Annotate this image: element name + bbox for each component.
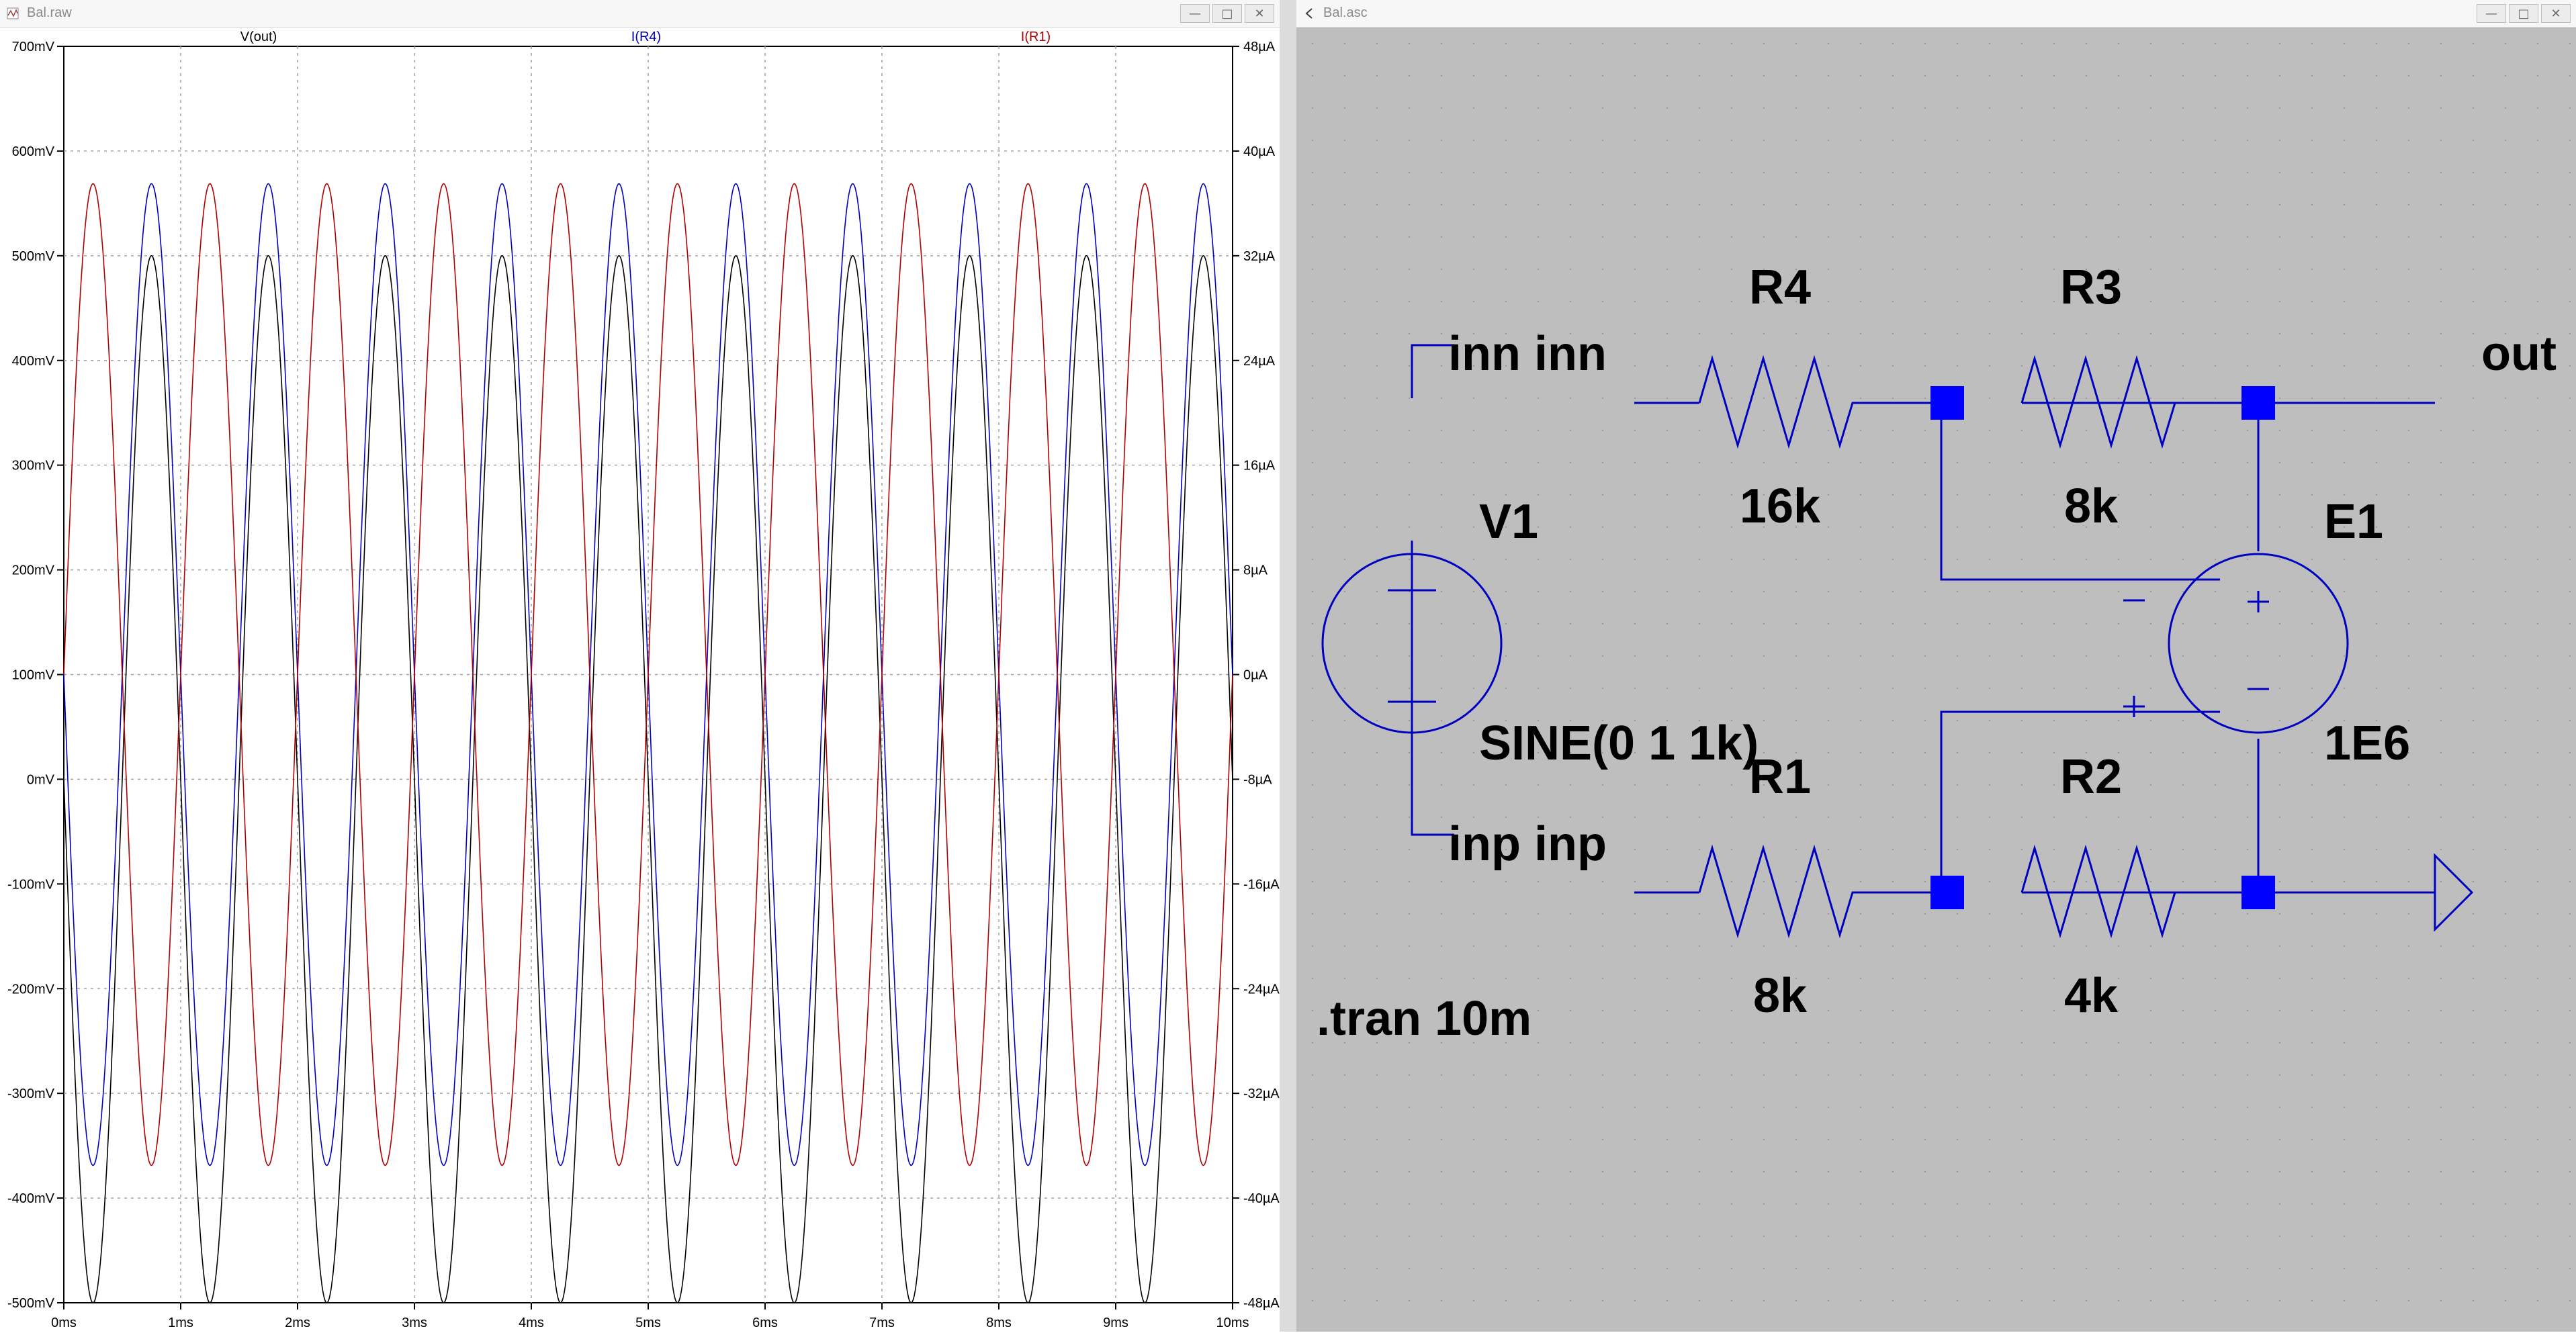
r4-name[interactable]: R4 — [1749, 261, 1811, 314]
minimize-button[interactable]: — — [2477, 4, 2506, 23]
y-right-tick-label: 32µA — [1243, 249, 1276, 264]
window-divider[interactable] — [1280, 0, 1296, 1332]
plot-area[interactable]: 0ms 1ms 2ms 3ms 4ms 5ms 6ms 7ms 8ms 9ms 10ms 700mV 6… — [0, 28, 1280, 1332]
y-left-tick-label: 300mV — [12, 459, 55, 473]
junction-r1-r2[interactable] — [1930, 876, 1964, 909]
y-right-tick-label: -32µA — [1243, 1087, 1280, 1101]
schematic-titlebar: Bal.asc — □ ✕ — [1296, 0, 2576, 28]
y-left-tick-label: -500mV — [7, 1296, 55, 1311]
x-tick-label: 7ms — [869, 1316, 895, 1330]
y-right-tick-label: 0µA — [1243, 668, 1268, 683]
x-tick-label: 2ms — [285, 1316, 310, 1330]
x-tick-label: 5ms — [635, 1316, 661, 1330]
y-left-tick-label: 600mV — [12, 144, 55, 159]
trace-name-label[interactable]: V(out) — [240, 30, 277, 44]
waveform-titlebar: Bal.raw — □ ✕ — [0, 0, 1280, 28]
r3-name[interactable]: R3 — [2060, 261, 2122, 314]
r2-value[interactable]: 4k — [2064, 969, 2119, 1023]
schematic-canvas[interactable]: inn inn inp inp out R4 16k R3 8k R1 8k R… — [1296, 28, 2576, 1332]
waveform-title: Bal.raw — [27, 5, 72, 20]
trace-name-label[interactable]: I(R4) — [631, 30, 661, 44]
minimize-button[interactable]: — — [1180, 4, 1210, 23]
y-left-tick-label: 0mV — [27, 772, 55, 787]
y-right-tick-label: 8µA — [1243, 563, 1268, 578]
maximize-button[interactable]: □ — [1212, 4, 1242, 23]
e1-name[interactable]: E1 — [2324, 495, 2383, 549]
y-left-tick-label: 500mV — [12, 249, 55, 264]
e1-value[interactable]: 1E6 — [2324, 717, 2410, 770]
junction-out[interactable] — [2241, 386, 2275, 420]
junction-r4-r3[interactable] — [1930, 386, 1964, 420]
y-right-tick-label: -8µA — [1243, 772, 1272, 787]
x-tick-label: 9ms — [1103, 1316, 1128, 1330]
x-tick-label: 0ms — [51, 1316, 77, 1330]
x-tick-label: 8ms — [986, 1316, 1012, 1330]
y-right-tick-label: 16µA — [1243, 459, 1276, 473]
maximize-button[interactable]: □ — [2509, 4, 2538, 23]
x-tick-label: 6ms — [752, 1316, 778, 1330]
grid-dots — [1296, 28, 2576, 1332]
waveform-app-icon — [7, 7, 19, 19]
v1-value[interactable]: SINE(0 1 1k) — [1479, 717, 1759, 770]
x-tick-label: 1ms — [168, 1316, 193, 1330]
schematic-app-icon — [1305, 8, 1313, 19]
y-left-tick-label: 200mV — [12, 563, 55, 578]
r4-value[interactable]: 16k — [1740, 479, 1821, 533]
schematic-editor-window: Bal.asc — □ ✕ inn inn inp inp out R4 16k… — [1296, 0, 2576, 1332]
y-left-tick-label: 400mV — [12, 354, 55, 369]
y-left-tick-label: -100mV — [7, 877, 55, 892]
r3-value[interactable]: 8k — [2064, 479, 2119, 533]
y-left-tick-label: 100mV — [12, 668, 55, 683]
y-right-tick-label: 48µA — [1243, 40, 1276, 54]
close-button[interactable]: ✕ — [2541, 4, 2571, 23]
y-left-tick-label: 700mV — [12, 40, 55, 54]
y-left-tick-label: -200mV — [7, 982, 55, 997]
y-right-tick-label: -24µA — [1243, 982, 1280, 997]
v1-name[interactable]: V1 — [1479, 495, 1538, 549]
x-tick-label: 3ms — [402, 1316, 427, 1330]
r1-value[interactable]: 8k — [1753, 969, 1808, 1023]
net-label-inn[interactable]: inn inn — [1448, 327, 1607, 381]
close-button[interactable]: ✕ — [1245, 4, 1274, 23]
net-label-inp[interactable]: inp inp — [1448, 817, 1607, 871]
schematic-title: Bal.asc — [1323, 5, 1368, 20]
y-left-tick-label: -300mV — [7, 1087, 55, 1101]
y-right-tick-label: -48µA — [1243, 1296, 1280, 1311]
y-right-tick-label: 40µA — [1243, 144, 1276, 159]
y-left-tick-label: -400mV — [7, 1191, 55, 1206]
x-tick-label: 10ms — [1216, 1316, 1249, 1330]
trace-name-label[interactable]: I(R1) — [1021, 30, 1051, 44]
r2-name[interactable]: R2 — [2060, 750, 2122, 804]
waveform-plot[interactable]: 0ms 1ms 2ms 3ms 4ms 5ms 6ms 7ms 8ms 9ms 10ms 700mV 6… — [0, 28, 1280, 1332]
schematic-drawing[interactable]: inn inn inp inp out R4 16k R3 8k R1 8k R… — [1296, 28, 2576, 1332]
x-tick-label: 4ms — [519, 1316, 544, 1330]
y-right-tick-label: -16µA — [1243, 877, 1280, 892]
spice-directive[interactable]: .tran 10m — [1317, 992, 1531, 1046]
y-right-tick-label: -40µA — [1243, 1191, 1280, 1206]
y-right-tick-label: 24µA — [1243, 354, 1276, 369]
net-label-out[interactable]: out — [2481, 327, 2557, 381]
junction-r2-gnd[interactable] — [2241, 876, 2275, 909]
waveform-viewer-window: Bal.raw — □ ✕ 0ms 1ms 2ms 3ms 4ms 5ms 6ms 7ms 8m… — [0, 0, 1280, 1332]
